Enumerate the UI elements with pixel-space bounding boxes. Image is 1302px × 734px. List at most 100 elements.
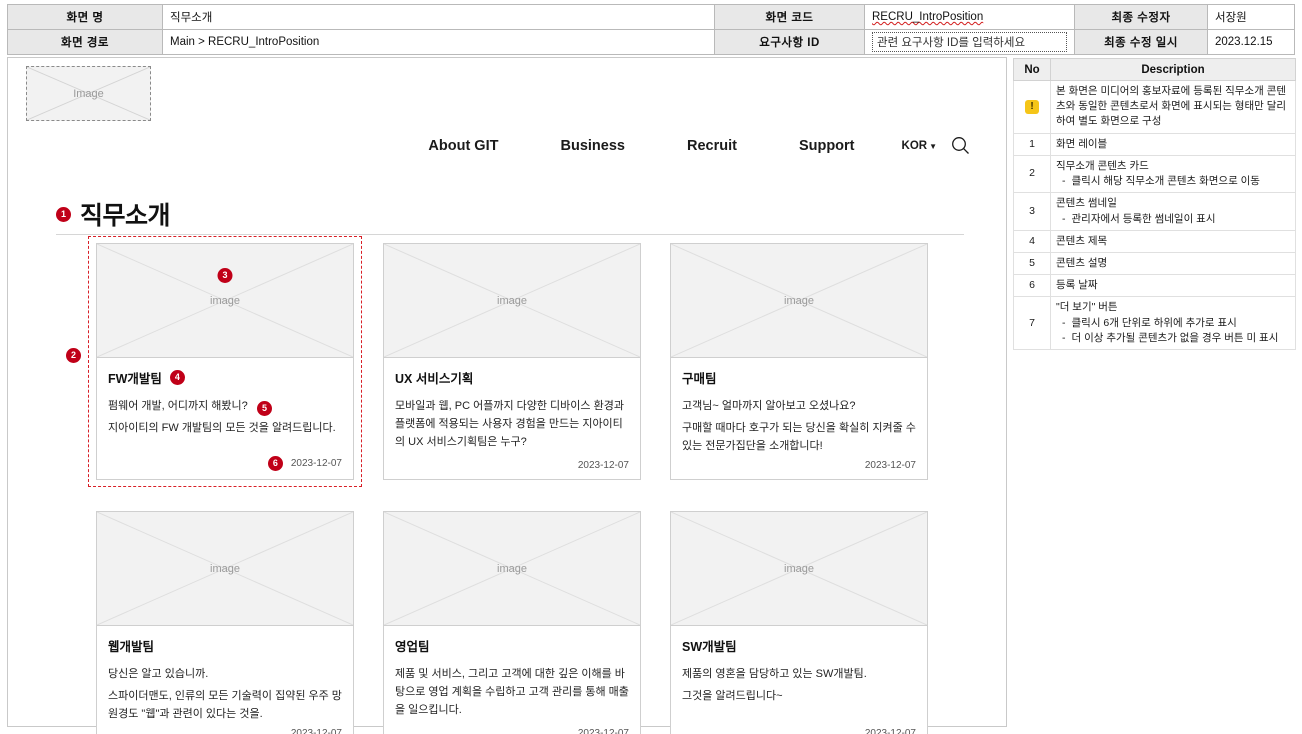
description-main-text: 등록 날짜 [1056, 279, 1098, 292]
meta-value-last-editor: 서장원 [1207, 4, 1295, 30]
card-date-text: 2023-12-07 [290, 728, 342, 734]
card-date: 6 2023-12-07 [108, 456, 342, 471]
description-main-text: 콘텐츠 설명 [1056, 256, 1108, 269]
page-title: 직무소개 [80, 202, 171, 230]
language-selector[interactable]: KOR ▼ [902, 140, 937, 152]
requirement-id-placeholder: 관련 요구사항 ID를 입력하세요 [872, 32, 1067, 52]
description-main-text: 화면 레이블 [1056, 137, 1108, 150]
description-row: ! 본 화면은 미디어의 홍보자료에 등록된 직무소개 콘텐츠와 동일한 콘텐츠로… [1013, 80, 1296, 134]
description-sub-text: 더 이상 추가될 콘텐츠가 없을 경우 버튼 미 표시 [1071, 331, 1279, 344]
search-icon[interactable] [951, 136, 970, 155]
thumbnail-placeholder-label: image [497, 294, 527, 307]
card-description-line: 구매할 때마다 호구가 되는 당신을 확실히 지켜줄 수 있는 전문가집단을 소… [682, 421, 916, 452]
bullet-dash-icon: - [1062, 212, 1066, 225]
thumbnail-placeholder-label: image [784, 562, 814, 575]
description-sub-text: 클릭시 6개 단위로 하위에 추가로 표시 [1071, 316, 1237, 329]
card-title: 구매팀 [682, 368, 916, 387]
card-date: 2023-12-07 [108, 728, 342, 734]
description-row-text: 본 화면은 미디어의 홍보자료에 등록된 직무소개 콘텐츠와 동일한 콘텐츠로서… [1050, 80, 1296, 134]
col-header-description: Description [1050, 58, 1296, 81]
nav-item-business[interactable]: Business [529, 138, 655, 154]
meta-label-screen-path: 화면 경로 [7, 29, 163, 55]
card-description-line: 그것을 알려드립니다~ [682, 689, 783, 702]
card-description: 모바일과 웹, PC 어플까지 다양한 디바이스 환경과 플랫폼에 적용되는 사… [395, 398, 629, 460]
meta-value-requirement-id[interactable]: 관련 요구사항 ID를 입력하세요 [864, 29, 1075, 55]
content-card[interactable]: image UX 서비스기획 모바일과 웹, PC 어플까지 다양한 디바이스 환경… [383, 243, 641, 480]
marker-badge-6: 6 [267, 456, 283, 471]
card-thumbnail: image [97, 512, 353, 626]
card-title-text: SW개발팀 [682, 640, 737, 654]
bullet-dash-icon: - [1062, 331, 1066, 344]
content-card[interactable]: image SW개발팀제품의 영혼을 담당하고 있는 SW개발팀. 그것을 알려드립… [670, 511, 928, 734]
card-description: 펌웨어 개발, 어디까지 해봤니? 지아이티의 FW 개발팀의 모든 것을 알려드… [108, 398, 342, 456]
language-label: KOR [901, 139, 928, 152]
card-title-text: 영업팀 [395, 640, 430, 654]
description-main-text: 본 화면은 미디어의 홍보자료에 등록된 직무소개 콘텐츠와 동일한 콘텐츠로서… [1056, 85, 1287, 128]
description-row-text: "더 보기" 버튼 - 클릭시 6개 단위로 하위에 추가로 표시 - 더 이상 추가될… [1050, 296, 1296, 351]
description-row-number: 2 [1013, 154, 1051, 194]
content-card[interactable]: image 3 FW개발팀 4 5 펌웨어 개발, 어디까지 해봤니? 지아이티의 FW 개… [96, 243, 354, 480]
description-sub-item: -더 이상 추가될 콘텐츠가 없을 경우 버튼 미 표시 [1056, 331, 1290, 346]
nav-item-recruit[interactable]: Recruit [656, 138, 768, 154]
card-description: 제품의 영혼을 담당하고 있는 SW개발팀. 그것을 알려드립니다~ [682, 666, 916, 728]
description-sub-item: - 클릭시 해당 직무소개 콘텐츠 화면으로 이동 [1056, 174, 1290, 189]
card-description-line: 스파이더맨도, 인류의 모든 기술력이 집약된 우주 망원경도 "웹"과 관련이… [108, 689, 342, 720]
description-row-text: 등록 날짜 [1050, 274, 1296, 298]
description-row-text: 화면 레이블 [1050, 132, 1296, 156]
marker-badge-5: 5 [257, 401, 272, 416]
description-row: 4 콘텐츠 제목 [1013, 229, 1296, 253]
card-description-line: 제품의 영혼을 담당하고 있는 SW개발팀. [682, 668, 867, 680]
card-thumbnail: image 3 [97, 244, 353, 358]
description-sub-text: 관리자에서 등록한 썸네일이 표시 [1071, 212, 1216, 225]
meta-label-screen-code: 화면 코드 [714, 4, 865, 30]
description-row-text: 콘텐츠 썸네일 - 관리자에서 등록한 썸네일이 표시 [1050, 192, 1296, 231]
description-row-text: 콘텐츠 제목 [1050, 229, 1296, 253]
main-navigation: About GIT Business Recruit Support KOR ▼ [397, 136, 970, 155]
card-date-text: 2023-12-07 [577, 460, 629, 471]
nav-item-about-git[interactable]: About GIT [397, 138, 529, 154]
logo-image-placeholder: Image [26, 66, 151, 121]
meta-value-screen-name: 직무소개 [162, 4, 715, 30]
screen-meta-table: 화면 명 직무소개 화면 코드 RECRU_IntroPosition 최종 수… [7, 4, 1295, 55]
description-row-number: ! [1013, 80, 1051, 134]
card-title: 영업팀 [395, 636, 629, 655]
card-date-text: 2023-12-07 [577, 728, 629, 734]
meta-label-last-editor: 최종 수정자 [1074, 4, 1208, 30]
card-description-line: 펌웨어 개발, 어디까지 해봤니? [108, 400, 248, 412]
card-description-line: 고객님~ 얼마까지 알아보고 오셨나요? [682, 400, 856, 412]
card-title-text: FW개발팀 [108, 372, 162, 386]
thumbnail-placeholder-label: image [497, 562, 527, 575]
description-row: 3 콘텐츠 썸네일 - 관리자에서 등록한 썸네일이 표시 [1013, 192, 1296, 231]
card-description: 당신은 알고 있습니까. 스파이더맨도, 인류의 모든 기술력이 집약된 우주 망… [108, 666, 342, 728]
card-date-text: 2023-12-07 [864, 460, 916, 471]
content-card-grid: image 3 FW개발팀 4 5 펌웨어 개발, 어디까지 해봤니? 지아이티의 FW 개… [96, 243, 936, 734]
card-title: SW개발팀 [682, 636, 916, 655]
description-main-text: 직무소개 콘텐츠 카드 [1056, 159, 1149, 172]
bullet-dash-icon: - [1062, 316, 1066, 329]
description-row: 7 "더 보기" 버튼 - 클릭시 6개 단위로 하위에 추가로 표시 - 더 이상 추가… [1013, 296, 1296, 351]
content-card[interactable]: image 웹개발팀 당신은 알고 있습니까. 스파이더맨도, 인류의 모든 기술력이… [96, 511, 354, 734]
meta-label-requirement-id: 요구사항 ID [714, 29, 865, 55]
description-row-number: 7 [1013, 296, 1051, 351]
content-card[interactable]: image 구매팀 고객님~ 얼마까지 알아보고 오셨나요? 구매할 때마다 호구가 … [670, 243, 928, 480]
card-description: 제품 및 서비스, 그리고 고객에 대한 깊은 이해를 바탕으로 영업 계획을 … [395, 666, 629, 728]
description-sub-text: 클릭시 해당 직무소개 콘텐츠 화면으로 이동 [1071, 175, 1260, 188]
title-divider [56, 234, 964, 235]
description-table: No Description ! 본 화면은 미디어의 홍보자료에 등록된 직무소… [1013, 58, 1296, 351]
page-title-row: 1 직무소개 [56, 196, 171, 232]
card-body: 웹개발팀당신은 알고 있습니까. 스파이더맨도, 인류의 모든 기술력이 집약된 … [97, 626, 353, 734]
marker-badge-1: 1 [56, 206, 71, 222]
description-row: 1 화면 레이블 [1013, 132, 1296, 156]
meta-row: 화면 명 직무소개 화면 코드 RECRU_IntroPosition 최종 수… [7, 4, 1295, 30]
description-sub-item: - 관리자에서 등록한 썸네일이 표시 [1056, 212, 1290, 227]
card-title: 웹개발팀 [108, 636, 342, 655]
meta-value-screen-path: Main > RECRU_IntroPosition [162, 29, 715, 55]
nav-item-support[interactable]: Support [768, 138, 886, 154]
description-sub-item: - 클릭시 6개 단위로 하위에 추가로 표시 [1056, 316, 1290, 331]
warning-icon: ! [1025, 100, 1039, 115]
col-header-no: No [1013, 58, 1051, 81]
content-card[interactable]: image 영업팀제품 및 서비스, 그리고 고객에 대한 깊은 이해를 바탕으로… [383, 511, 641, 734]
card-body: 구매팀고객님~ 얼마까지 알아보고 오셨나요? 구매할 때마다 호구가 되는 당신… [671, 358, 927, 479]
card-description-line: 지아이티의 FW 개발팀의 모든 것을 알려드립니다. [108, 421, 336, 434]
card-date-text: 2023-12-07 [864, 728, 916, 734]
